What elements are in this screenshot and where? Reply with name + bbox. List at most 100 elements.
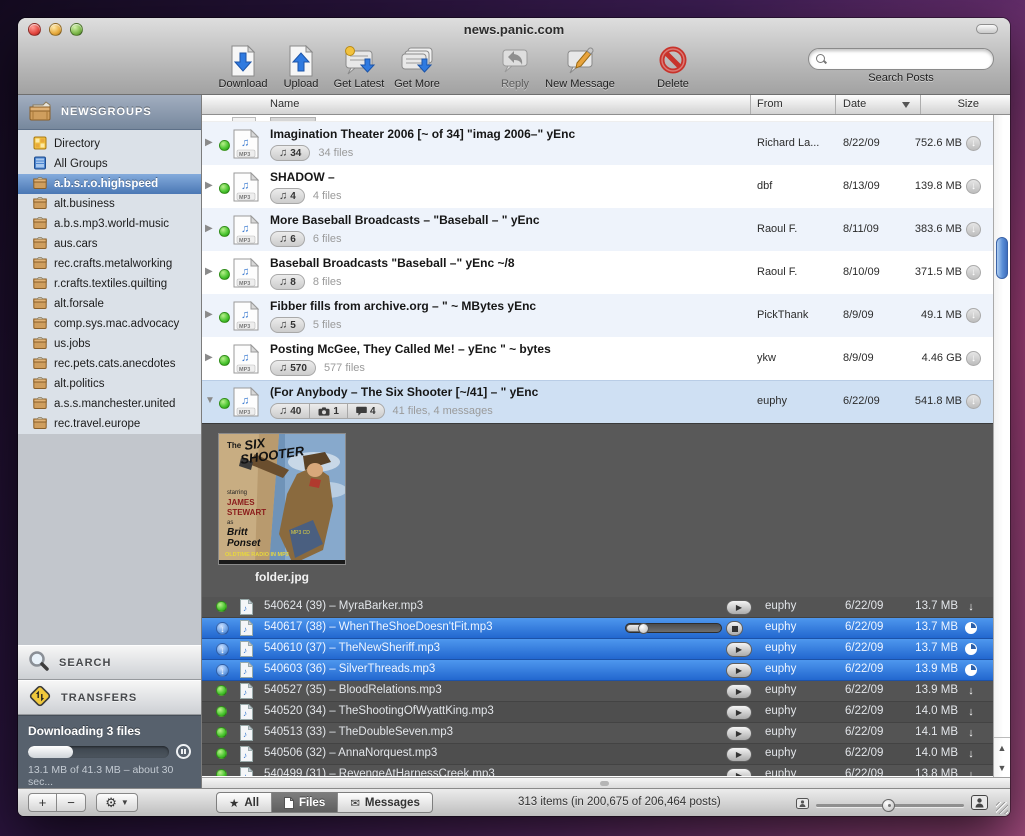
scroll-down-button[interactable]: ▼ <box>994 758 1010 778</box>
delete-icon <box>658 44 688 78</box>
playback-progress-slider[interactable] <box>625 623 722 633</box>
segment-files[interactable]: Files <box>272 793 338 812</box>
newsgroups-header[interactable]: NEWSGROUPS <box>18 95 201 130</box>
sidebar-group-a-b-s-mp3-world-music[interactable]: a.b.s.mp3.world-music <box>18 214 201 234</box>
stop-button[interactable] <box>726 621 743 636</box>
new-message-button[interactable]: New Message <box>544 40 616 90</box>
file-row[interactable]: ♪ 540527 (35) – BloodRelations.mp3 ▶ eup… <box>202 681 993 702</box>
scroll-up-button[interactable]: ▲ <box>994 738 1010 758</box>
get-more-button[interactable]: Get More <box>388 40 446 90</box>
file-size-status-icon <box>964 621 978 635</box>
file-row[interactable]: ♪ 540617 (38) – WhenTheShoeDoesn'tFit.mp… <box>202 618 993 639</box>
download-circle-icon[interactable]: ↓ <box>966 179 981 194</box>
disclosure-triangle-icon[interactable]: ▶ <box>205 266 213 277</box>
action-menu-button[interactable]: ⚙▼ <box>96 793 138 812</box>
file-row[interactable]: ♪ 540506 (32) – AnnaNorquest.mp3 ▶ euphy… <box>202 744 993 765</box>
post-badges: ♫4 4 files <box>270 188 342 204</box>
disclosure-triangle-icon[interactable]: ▶ <box>205 180 213 191</box>
sidebar-group-rec-pets-cats-anecdotes[interactable]: rec.pets.cats.anecdotes <box>18 354 201 374</box>
disclosure-triangle-icon[interactable]: ▶ <box>205 137 213 148</box>
svg-text:starring: starring <box>227 490 247 496</box>
size-slider-track[interactable] <box>816 804 964 807</box>
post-row[interactable]: ▶ ♫ MP3 More Baseball Broadcasts – "Base… <box>202 208 993 251</box>
search-field[interactable] <box>808 48 994 70</box>
sidebar-group-alt-business[interactable]: alt.business <box>18 194 201 214</box>
sidebar-group-comp-sys-mac-advocacy[interactable]: comp.sys.mac.advocacy <box>18 314 201 334</box>
disclosure-triangle-icon[interactable]: ▶ <box>205 352 213 363</box>
search-section-header[interactable]: SEARCH <box>18 645 201 680</box>
column-header-from[interactable]: From <box>757 98 783 110</box>
add-button[interactable]: + <box>28 793 57 812</box>
file-row[interactable]: ♪ 540520 (34) – TheShootingOfWyattKing.m… <box>202 702 993 723</box>
file-row[interactable]: ♪ 540499 (31) – RevengeAtHarnessCreek.mp… <box>202 765 993 776</box>
sidebar-group-directory[interactable]: Directory <box>18 134 201 154</box>
toolbar-toggle-button[interactable] <box>976 24 998 34</box>
file-row[interactable]: ♪ 540610 (37) – TheNewSheriff.mp3 ▶ euph… <box>202 639 993 660</box>
column-header-size[interactable]: Size <box>958 98 979 110</box>
complete-status-icon <box>216 706 227 717</box>
play-button[interactable]: ▶ <box>726 768 752 776</box>
segment-messages[interactable]: ✉Messages <box>338 793 432 812</box>
sidebar-group-all-groups[interactable]: All Groups <box>18 154 201 174</box>
svg-text:MP3 CD: MP3 CD <box>291 530 310 536</box>
play-button[interactable]: ▶ <box>726 747 752 762</box>
horizontal-scroll-knob[interactable] <box>600 781 609 786</box>
reply-button[interactable]: Reply <box>486 40 544 90</box>
size-slider-thumb[interactable] <box>882 799 895 812</box>
disclosure-triangle-icon[interactable]: ▶ <box>205 309 213 320</box>
post-row[interactable]: ▶ ♫ MP3 Baseball Broadcasts "Baseball –"… <box>202 251 993 294</box>
pause-button[interactable] <box>176 744 191 759</box>
disclosure-triangle-icon[interactable]: ▶ <box>205 223 213 234</box>
file-status-icon <box>216 601 227 615</box>
sidebar-group-a-s-s-manchester-united[interactable]: a.s.s.manchester.united <box>18 394 201 414</box>
vertical-scrollbar[interactable]: ▲ ▼ <box>993 115 1010 777</box>
play-button[interactable]: ▶ <box>726 663 752 678</box>
column-header-date[interactable]: Date <box>843 98 866 110</box>
file-row[interactable]: ♪ 540624 (39) – MyraBarker.mp3 ▶ euphy 6… <box>202 597 993 618</box>
sidebar-group-rec-travel-europe[interactable]: rec.travel.europe <box>18 414 201 434</box>
search-input[interactable] <box>827 50 993 68</box>
sidebar-group-label: us.jobs <box>54 338 90 350</box>
sidebar-group-aus-cars[interactable]: aus.cars <box>18 234 201 254</box>
post-row[interactable]: ▶ ♫ MP3 SHADOW – ♫4 4 files dbf 8/13/09 … <box>202 165 993 208</box>
column-header-name[interactable]: Name <box>270 98 299 110</box>
window-resize-grip[interactable] <box>996 802 1008 814</box>
disclosure-triangle-icon[interactable]: ▼ <box>205 395 215 406</box>
sidebar-group-a-b-s-r-o-highspeed[interactable]: a.b.s.r.o.highspeed <box>18 174 201 194</box>
sidebar-group-us-jobs[interactable]: us.jobs <box>18 334 201 354</box>
titlebar[interactable]: news.panic.com <box>18 18 1010 40</box>
playback-slider-thumb[interactable] <box>638 623 649 634</box>
download-circle-icon[interactable]: ↓ <box>966 351 981 366</box>
post-row[interactable]: ▶ ♫ MP3 Posting McGee, They Called Me! –… <box>202 337 993 380</box>
file-row[interactable]: ♪ 540603 (36) – SilverThreads.mp3 ▶ euph… <box>202 660 993 681</box>
post-row[interactable]: ▶ ♫ MP3 Imagination Theater 2006 [~ of 3… <box>202 122 993 165</box>
get-latest-button[interactable]: Get Latest <box>330 40 388 90</box>
sidebar-group-r-crafts-textiles-quilting[interactable]: r.crafts.textiles.quilting <box>18 274 201 294</box>
download-circle-icon[interactable]: ↓ <box>966 394 981 409</box>
play-button[interactable]: ▶ <box>726 705 752 720</box>
download-button[interactable]: Download <box>214 40 272 90</box>
delete-button[interactable]: Delete <box>644 40 702 90</box>
album-art-thumbnail[interactable]: The SIX SHOOTER starring JAMES STEWART a… <box>218 433 346 565</box>
download-circle-icon[interactable]: ↓ <box>966 308 981 323</box>
play-button[interactable]: ▶ <box>726 642 752 657</box>
upload-button[interactable]: Upload <box>272 40 330 90</box>
horizontal-scrollbar[interactable] <box>202 777 1010 788</box>
remove-button[interactable]: − <box>57 793 86 812</box>
sidebar-group-alt-forsale[interactable]: alt.forsale <box>18 294 201 314</box>
download-circle-icon[interactable]: ↓ <box>966 136 981 151</box>
play-button[interactable]: ▶ <box>726 726 752 741</box>
post-row[interactable]: ▶ ♫ MP3 Fibber fills from archive.org – … <box>202 294 993 337</box>
download-circle-icon[interactable]: ↓ <box>966 265 981 280</box>
sidebar-group-rec-crafts-metalworking[interactable]: rec.crafts.metalworking <box>18 254 201 274</box>
post-row[interactable]: ▼ ♫ MP3 (For Anybody – The Six Shooter [… <box>202 380 993 423</box>
post-size: 139.8 MB <box>915 180 962 192</box>
sidebar-group-alt-politics[interactable]: alt.politics <box>18 374 201 394</box>
play-button[interactable]: ▶ <box>726 684 752 699</box>
segment-all[interactable]: ★All <box>217 793 272 812</box>
play-button[interactable]: ▶ <box>726 600 752 615</box>
transfers-section-header[interactable]: TRANSFERS <box>18 680 201 715</box>
file-row[interactable]: ♪ 540513 (33) – TheDoubleSeven.mp3 ▶ eup… <box>202 723 993 744</box>
download-circle-icon[interactable]: ↓ <box>966 222 981 237</box>
vertical-scroll-thumb[interactable] <box>996 237 1008 279</box>
